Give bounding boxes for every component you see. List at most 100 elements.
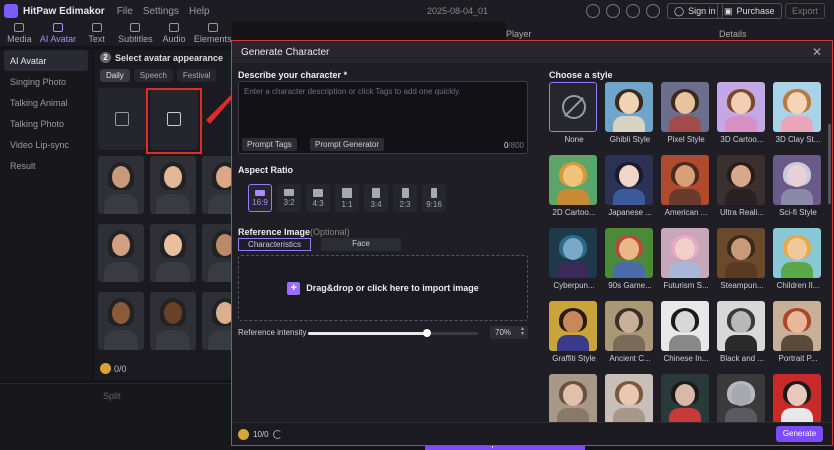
style-option[interactable]: Ghibli Style bbox=[605, 82, 657, 147]
feature-sidebar: AI Avatar Singing Photo Talking Animal Talk… bbox=[0, 50, 92, 380]
signin-button[interactable]: ◯ Sign in bbox=[667, 3, 723, 19]
avatar-thumbnail[interactable] bbox=[98, 224, 144, 282]
tab-audio[interactable]: Audio bbox=[155, 22, 194, 46]
dialog-title: Generate Character bbox=[241, 46, 330, 58]
export-button[interactable]: Export bbox=[785, 3, 826, 19]
sidebar-item-ai-avatar[interactable]: AI Avatar bbox=[4, 50, 88, 71]
style-label: 3D Clay St... bbox=[775, 135, 821, 144]
chip-festival[interactable]: Festival bbox=[176, 69, 217, 82]
generate-button[interactable]: Generate bbox=[776, 426, 823, 442]
style-option[interactable]: American ... bbox=[661, 155, 713, 220]
avatar-thumbnail[interactable] bbox=[98, 292, 144, 350]
close-icon[interactable]: ✕ bbox=[812, 45, 822, 59]
style-option[interactable]: Portrait P... bbox=[773, 301, 825, 366]
style-label: 2D Cartoo... bbox=[552, 208, 596, 217]
menu-help[interactable]: Help bbox=[189, 6, 210, 17]
sidebar-item-talking-animal[interactable]: Talking Animal bbox=[4, 92, 88, 113]
tab-face[interactable]: Face bbox=[321, 238, 401, 251]
style-option[interactable]: 2D Cartoo... bbox=[549, 155, 601, 220]
avatar-thumbnail[interactable] bbox=[202, 224, 232, 282]
style-option[interactable]: 3D Cartoo... bbox=[717, 82, 769, 147]
thumb-face bbox=[731, 238, 751, 260]
aspect-ratio-option[interactable]: 4:3 bbox=[306, 184, 330, 212]
slider-fill bbox=[308, 332, 427, 335]
download-icon[interactable] bbox=[646, 4, 660, 18]
thumb-body bbox=[613, 116, 645, 132]
aspect-ratio-option[interactable]: 3:2 bbox=[277, 184, 301, 212]
sidebar-item-result[interactable]: Result bbox=[4, 155, 88, 176]
stepper-arrows-icon[interactable]: ▲ ▼ bbox=[520, 327, 525, 337]
tab-subtitles[interactable]: Subtitles bbox=[116, 22, 155, 46]
upload-avatar-slot[interactable] bbox=[98, 88, 146, 150]
style-thumbnail bbox=[717, 374, 765, 424]
aspect-ratio-option[interactable]: 1:1 bbox=[335, 184, 359, 212]
gift-icon[interactable] bbox=[586, 4, 600, 18]
style-scrollbar[interactable] bbox=[828, 124, 831, 204]
style-option[interactable]: 90s Game... bbox=[605, 228, 657, 293]
style-option[interactable]: Sci-fi Style bbox=[773, 155, 825, 220]
tab-characteristics[interactable]: Characteristics bbox=[238, 238, 311, 251]
refresh-icon[interactable] bbox=[272, 430, 282, 439]
style-option[interactable]: Ancient C... bbox=[605, 301, 657, 366]
avatar-thumbnail[interactable] bbox=[150, 224, 196, 282]
aspect-ratio-option[interactable]: 16:9 bbox=[248, 184, 272, 212]
tab-elements[interactable]: Elements bbox=[193, 22, 232, 46]
info-icon[interactable] bbox=[606, 4, 620, 18]
prompt-tags-button[interactable]: Prompt Tags bbox=[242, 138, 297, 151]
style-option[interactable]: None bbox=[549, 82, 601, 147]
intensity-value-input[interactable]: 70% ▲ ▼ bbox=[490, 326, 528, 339]
split-label[interactable]: Split bbox=[103, 391, 121, 401]
tab-media[interactable]: Media bbox=[0, 22, 39, 46]
style-option[interactable]: Steampun... bbox=[717, 228, 769, 293]
avatar-thumbnail[interactable] bbox=[150, 292, 196, 350]
highlight-box bbox=[146, 88, 202, 154]
slider-handle[interactable] bbox=[423, 329, 431, 337]
avatar-thumbnail[interactable] bbox=[202, 292, 232, 350]
avatar-thumbnail[interactable] bbox=[150, 156, 196, 214]
style-thumbnail bbox=[549, 82, 597, 132]
aspect-ratio-option[interactable]: 9:16 bbox=[422, 184, 446, 212]
required-mark: * bbox=[343, 70, 348, 80]
sidebar-item-talking-photo[interactable]: Talking Photo bbox=[4, 113, 88, 134]
style-option[interactable]: Pixel Style bbox=[661, 82, 713, 147]
style-option[interactable]: Black and ... bbox=[717, 301, 769, 366]
cart-icon: ▣ bbox=[724, 5, 733, 16]
aspect-ratio-option[interactable]: 3:4 bbox=[364, 184, 388, 212]
question-icon[interactable] bbox=[626, 4, 640, 18]
style-option[interactable]: Chinese In... bbox=[661, 301, 713, 366]
thumb-body bbox=[613, 189, 645, 205]
aspect-ratio-option[interactable]: 2:3 bbox=[393, 184, 417, 212]
style-option[interactable]: Graffiti Style bbox=[549, 301, 601, 366]
style-label: Ancient C... bbox=[609, 354, 651, 363]
tab-text[interactable]: Text bbox=[77, 22, 116, 46]
style-option[interactable]: Children Il... bbox=[773, 228, 825, 293]
style-thumbnail bbox=[605, 228, 653, 278]
export-label: Export bbox=[792, 6, 819, 16]
style-option[interactable]: Futurism S... bbox=[661, 228, 713, 293]
style-thumbnail bbox=[661, 155, 709, 205]
image-drop-zone[interactable]: + Drag&drop or click here to import imag… bbox=[238, 255, 528, 321]
style-thumbnail bbox=[549, 228, 597, 278]
avatar-face bbox=[112, 234, 130, 256]
style-option[interactable]: Ultra Reali... bbox=[717, 155, 769, 220]
purchase-button[interactable]: ▣ Purchase bbox=[717, 3, 782, 19]
avatar-body bbox=[104, 262, 138, 282]
style-option[interactable]: Cyberpun... bbox=[549, 228, 601, 293]
character-description-input[interactable]: Enter a character description or click T… bbox=[238, 81, 528, 154]
style-option[interactable]: 3D Clay St... bbox=[773, 82, 825, 147]
chip-speech[interactable]: Speech bbox=[133, 69, 173, 82]
avatar-thumbnail[interactable] bbox=[202, 156, 232, 214]
sidebar-item-singing-photo[interactable]: Singing Photo bbox=[4, 71, 88, 92]
avatar-thumbnail[interactable] bbox=[98, 156, 144, 214]
thumb-face bbox=[675, 238, 695, 260]
sidebar-item-video-lip-sync[interactable]: Video Lip-sync bbox=[4, 134, 88, 155]
style-option[interactable]: Japanese ... bbox=[605, 155, 657, 220]
style-label: Children Il... bbox=[776, 281, 820, 290]
prompt-generator-button[interactable]: Prompt Generator bbox=[310, 138, 385, 151]
menu-settings[interactable]: Settings bbox=[143, 6, 179, 17]
chip-daily[interactable]: Daily bbox=[100, 69, 130, 82]
tab-ai-avatar[interactable]: AI Avatar bbox=[39, 22, 78, 46]
intensity-slider[interactable] bbox=[308, 329, 478, 337]
thumb-body bbox=[781, 262, 813, 278]
menu-file[interactable]: File bbox=[117, 6, 133, 17]
